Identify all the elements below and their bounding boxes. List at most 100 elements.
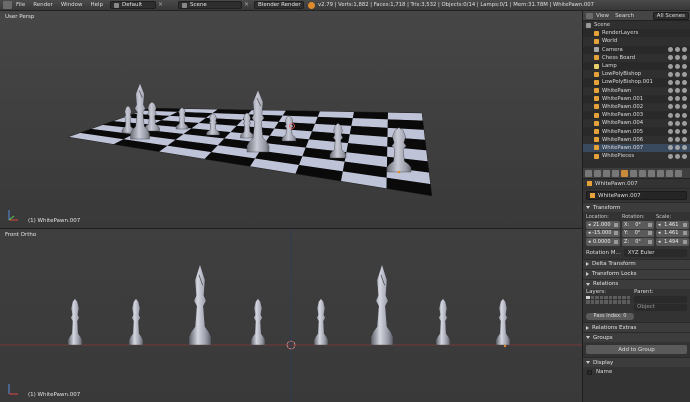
outliner-item[interactable]: WhitePawn.004 (583, 119, 690, 128)
visibility-toggles[interactable] (668, 104, 687, 110)
layer-grid[interactable] (586, 295, 630, 304)
visibility-toggles[interactable] (668, 88, 687, 94)
relations-extras-header[interactable]: Relations Extras (583, 322, 690, 332)
render-tab-icon[interactable] (585, 170, 592, 177)
camera-icon[interactable] (682, 96, 687, 102)
outliner-item[interactable]: WhitePawn.003 (583, 111, 690, 120)
camera-icon[interactable] (682, 88, 687, 94)
display-header[interactable]: Display (583, 357, 690, 367)
cursor-icon[interactable] (675, 112, 680, 118)
lock-icon[interactable] (613, 222, 618, 227)
visibility-toggles[interactable] (668, 120, 687, 126)
parent-field[interactable] (634, 295, 687, 303)
visibility-toggles[interactable] (668, 137, 687, 143)
location-x-field[interactable]: ◂ 21.000 (586, 221, 620, 229)
camera-icon[interactable] (682, 55, 687, 61)
outliner-item[interactable]: Camera (583, 45, 690, 54)
transform-panel-header[interactable]: Transform (583, 202, 690, 212)
outliner-scope-dropdown[interactable]: All Scenes (652, 11, 689, 20)
viewport-front-ortho[interactable]: Front Ortho (1) WhitePawn.007 (0, 229, 582, 402)
viewport-user-persp[interactable]: User Persp (1) WhitePawn.007 (0, 11, 582, 228)
outliner-item[interactable]: RenderLayers (583, 29, 690, 38)
outliner-item[interactable]: WhitePawn.001 (583, 94, 690, 103)
outliner-item[interactable]: WhitePawn.005 (583, 127, 690, 136)
eye-icon[interactable] (668, 145, 673, 151)
visibility-toggles[interactable] (668, 153, 687, 159)
visibility-toggles[interactable] (668, 96, 687, 102)
outliner-item[interactable]: WhitePawn.002 (583, 102, 690, 112)
physics-tab-icon[interactable] (675, 170, 682, 177)
visibility-toggles[interactable] (668, 47, 687, 53)
eye-icon[interactable] (668, 63, 673, 69)
relations-header[interactable]: Relations (583, 278, 690, 289)
camera-icon[interactable] (682, 145, 687, 151)
groups-header[interactable]: Groups (583, 332, 690, 342)
visibility-toggles[interactable] (668, 79, 687, 85)
menu-render[interactable]: Render (29, 2, 57, 8)
eye-icon[interactable] (668, 88, 673, 94)
add-to-group-button[interactable]: Add to Group (586, 345, 687, 354)
cursor-icon[interactable] (675, 96, 680, 102)
rotation-x-field[interactable]: X: 0° (622, 221, 654, 229)
camera-icon[interactable] (682, 71, 687, 77)
pass-index-field[interactable]: Pass Index: 0 (586, 312, 634, 320)
eye-icon[interactable] (668, 129, 673, 135)
camera-icon[interactable] (682, 129, 687, 135)
outliner-item[interactable]: Scene (583, 21, 690, 30)
camera-icon[interactable] (682, 112, 687, 118)
cursor-icon[interactable] (675, 129, 680, 135)
visibility-toggles[interactable] (668, 129, 687, 135)
cursor-icon[interactable] (675, 47, 680, 53)
eye-icon[interactable] (668, 96, 673, 102)
scene-dropdown[interactable]: Scene (178, 1, 243, 9)
lock-icon[interactable] (683, 231, 687, 236)
menu-help[interactable]: Help (87, 2, 108, 8)
cursor-icon[interactable] (675, 104, 680, 110)
object-name-field[interactable]: WhitePawn.007 (586, 191, 687, 200)
eye-icon[interactable] (668, 153, 673, 159)
scene-tab-icon[interactable] (603, 170, 610, 177)
camera-icon[interactable] (682, 104, 687, 110)
lock-icon[interactable] (683, 222, 687, 227)
camera-icon[interactable] (682, 137, 687, 143)
lock-icon[interactable] (613, 239, 618, 244)
outliner-item[interactable]: Lamp (583, 61, 690, 71)
parent-type-dropdown[interactable]: Object (634, 303, 687, 311)
eye-icon[interactable] (668, 120, 673, 126)
material-tab-icon[interactable] (657, 170, 664, 177)
outliner-search-menu[interactable]: Search (612, 13, 637, 19)
cursor-icon[interactable] (675, 120, 680, 126)
modifiers-tab-icon[interactable] (639, 170, 646, 177)
world-tab-icon[interactable] (612, 170, 619, 177)
outliner-view-menu[interactable]: View (593, 13, 612, 19)
cursor-icon[interactable] (675, 79, 680, 85)
lock-icon[interactable] (683, 239, 687, 244)
visibility-toggles[interactable] (668, 112, 687, 118)
data-tab-icon[interactable] (648, 170, 655, 177)
eye-icon[interactable] (668, 79, 673, 85)
eye-icon[interactable] (668, 47, 673, 53)
outliner-item[interactable]: WhitePawn (583, 86, 690, 95)
camera-icon[interactable] (682, 120, 687, 126)
location-z-field[interactable]: ◂ 0.0000 (586, 238, 620, 246)
cursor-icon[interactable] (675, 63, 680, 69)
cursor-icon[interactable] (675, 88, 680, 94)
cursor-icon[interactable] (675, 71, 680, 77)
name-checkbox[interactable] (587, 369, 592, 375)
menu-file[interactable]: File (12, 2, 29, 8)
cursor-icon[interactable] (675, 137, 680, 143)
outliner-item[interactable]: Chess Board (583, 53, 690, 62)
outliner-item[interactable]: LowPolyBishop (583, 70, 690, 79)
delta-transform-header[interactable]: Delta Transform (583, 258, 690, 269)
constraints-tab-icon[interactable] (630, 170, 637, 177)
cursor-icon[interactable] (675, 55, 680, 61)
cursor-icon[interactable] (675, 145, 680, 151)
scale-z-field[interactable]: ◂ 1.494 (656, 238, 689, 246)
object-tab-icon[interactable] (621, 170, 628, 177)
camera-icon[interactable] (682, 79, 687, 85)
camera-icon[interactable] (682, 63, 687, 69)
outliner-item[interactable]: LowPolyBishop.001 (583, 78, 690, 87)
visibility-toggles[interactable] (668, 55, 687, 61)
cursor-icon[interactable] (675, 153, 680, 159)
layers-tab-icon[interactable] (594, 170, 601, 177)
